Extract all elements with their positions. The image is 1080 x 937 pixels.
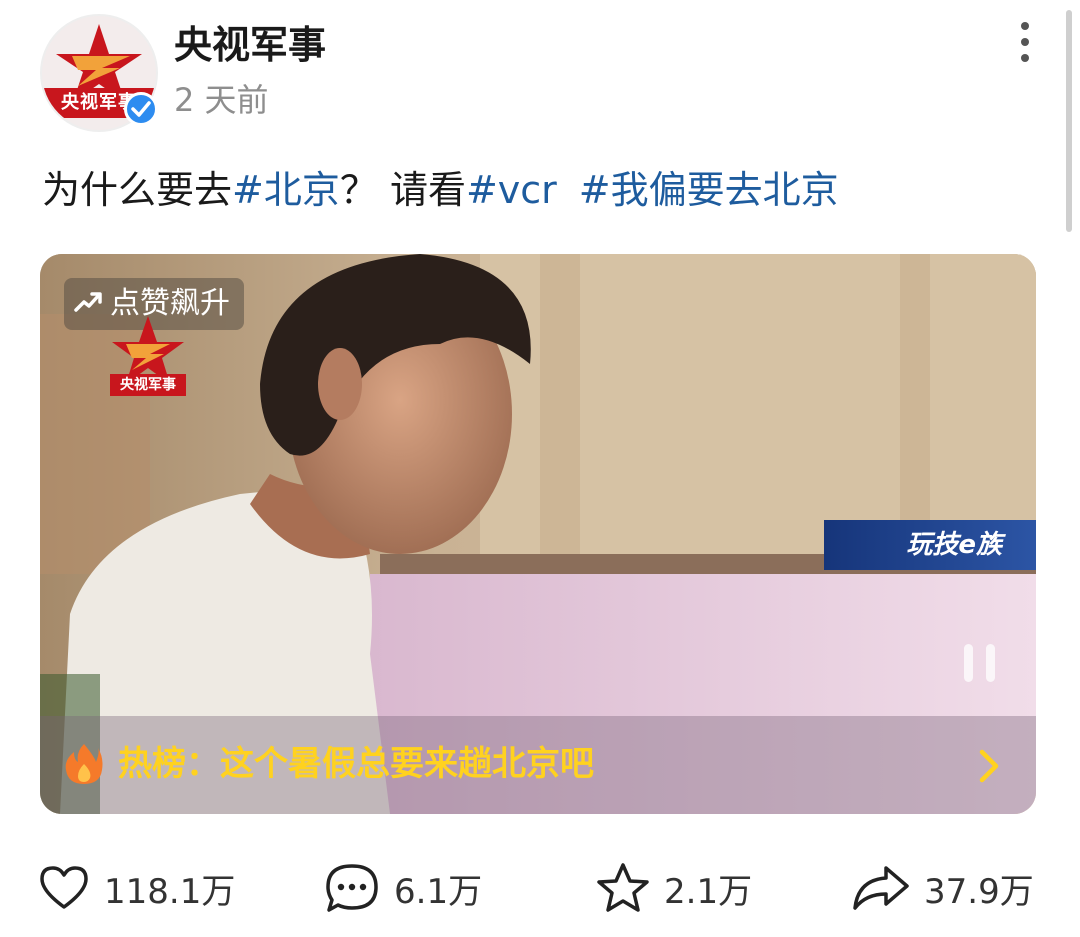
share-button[interactable]: 37.9万: [852, 858, 1034, 918]
post-time: 2 天前: [174, 81, 269, 119]
hashtag-link[interactable]: #vcr: [466, 168, 557, 212]
watermark: 玩技e族: [824, 520, 1036, 570]
comment-button[interactable]: 6.1万: [324, 858, 482, 918]
hot-topic-label: 热榜：这个暑假总要来趟北京吧: [118, 740, 594, 788]
like-button[interactable]: 118.1万: [38, 858, 235, 918]
trend-up-icon: [74, 278, 102, 330]
post-text-part: ？ 请看: [339, 168, 466, 212]
share-count: 37.9万: [924, 871, 1034, 912]
comment-count: 6.1万: [394, 871, 483, 912]
video-player[interactable]: 点赞飙升 央视军事 玩技e族 热榜：这个暑假总要来趟北京吧: [40, 254, 1036, 814]
verified-icon: [124, 92, 158, 126]
more-icon[interactable]: [1008, 22, 1044, 62]
pause-icon[interactable]: [962, 644, 1002, 684]
hashtag-link[interactable]: #我偏要去北京: [579, 168, 839, 212]
chevron-right-icon: [979, 749, 999, 783]
share-icon: [853, 866, 909, 910]
hot-topic-title: 这个暑假总要来趟北京吧: [220, 744, 594, 784]
like-count: 118.1万: [104, 871, 236, 912]
favorite-button[interactable]: 2.1万: [596, 858, 752, 918]
favorite-count: 2.1万: [664, 871, 753, 912]
post-text: 为什么要去#北京？ 请看#vcr #我偏要去北京: [42, 164, 839, 216]
hashtag-link[interactable]: #北京: [232, 168, 340, 212]
heart-icon: [40, 866, 88, 909]
hot-prefix: 热榜：: [118, 744, 220, 784]
star-icon: [597, 863, 649, 912]
post-text-part: 为什么要去: [42, 168, 233, 212]
flame-icon: [65, 744, 103, 784]
hot-topic-bar[interactable]: 热榜：这个暑假总要来趟北京吧: [40, 716, 1036, 814]
scrollbar[interactable]: [1066, 10, 1072, 232]
channel-logo-label: 央视军事: [110, 374, 186, 396]
username[interactable]: 央视军事: [174, 22, 326, 68]
comment-icon: [326, 864, 378, 912]
